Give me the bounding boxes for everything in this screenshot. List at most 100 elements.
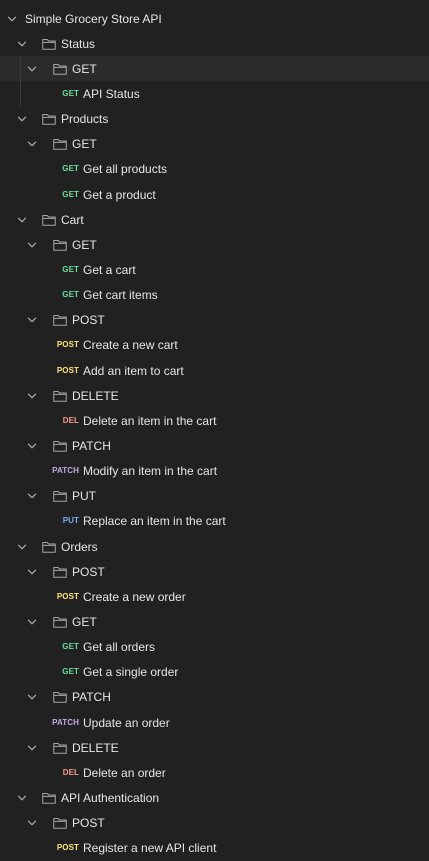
- chevron-down-icon[interactable]: [26, 390, 38, 402]
- request-name: Get a product: [83, 187, 156, 202]
- chevron-down-icon[interactable]: [16, 38, 28, 50]
- request-item[interactable]: GET Get all products: [0, 157, 429, 182]
- request-item[interactable]: GET Get a cart: [0, 257, 429, 282]
- folder-item[interactable]: API Authentication: [0, 785, 429, 810]
- chevron-down-icon[interactable]: [26, 566, 38, 578]
- chevron-down-icon[interactable]: [26, 616, 38, 628]
- method-badge-get: GET: [62, 264, 79, 274]
- chevron-down-icon[interactable]: [26, 239, 38, 251]
- chevron-down-icon[interactable]: [16, 541, 28, 553]
- request-item[interactable]: GET API Status: [0, 81, 429, 107]
- request-item[interactable]: POST Create a new order: [0, 584, 429, 609]
- chevron-down-icon[interactable]: [26, 691, 38, 703]
- folder-icon: [42, 38, 56, 50]
- chevron-down-icon[interactable]: [26, 742, 38, 754]
- folder-item[interactable]: DELETE: [0, 383, 429, 408]
- folder-item[interactable]: PUT: [0, 484, 429, 509]
- request-name: Modify an item in the cart: [83, 464, 218, 479]
- folder-name: GET: [72, 61, 97, 76]
- folder-icon: [42, 214, 56, 226]
- folder-name: API Authentication: [61, 790, 160, 805]
- chevron-down-icon[interactable]: [26, 138, 38, 150]
- folder-item[interactable]: GET: [0, 132, 429, 157]
- method-badge-patch: PATCH: [52, 466, 79, 476]
- folder-name: GET: [72, 137, 97, 152]
- folder-item[interactable]: Cart: [0, 207, 429, 232]
- method-badge-get: GET: [62, 290, 79, 300]
- method-badge-get: GET: [62, 88, 79, 98]
- folder-item[interactable]: Status: [0, 31, 429, 56]
- chevron-down-icon[interactable]: [26, 314, 38, 326]
- folder-item[interactable]: POST: [0, 811, 429, 836]
- request-name: Delete an order: [83, 765, 166, 780]
- folder-name: PUT: [72, 489, 96, 504]
- request-item[interactable]: GET Get cart items: [0, 283, 429, 308]
- request-item[interactable]: GET Get a single order: [0, 660, 429, 685]
- folder-icon: [53, 742, 67, 754]
- folder-icon: [53, 818, 67, 829]
- request-item[interactable]: POST Register a new API client: [0, 836, 429, 861]
- folder-icon: [53, 315, 67, 326]
- folder-item[interactable]: DELETE: [0, 735, 429, 760]
- request-item[interactable]: GET Get all orders: [0, 635, 429, 660]
- folder-item[interactable]: PATCH: [0, 685, 429, 710]
- folder-icon: [53, 491, 67, 502]
- request-item[interactable]: POST Create a new cart: [0, 333, 429, 358]
- method-badge-post: POST: [56, 591, 79, 601]
- folder-item[interactable]: POST: [0, 308, 429, 333]
- request-name: Get all orders: [83, 640, 156, 655]
- tree-guide-line: [20, 56, 21, 82]
- chevron-down-icon[interactable]: [16, 113, 28, 125]
- request-item[interactable]: DEL Delete an item in the cart: [0, 408, 429, 433]
- folder-item[interactable]: GET: [0, 232, 429, 257]
- method-badge-get: GET: [62, 642, 79, 652]
- method-badge-get: GET: [62, 667, 79, 677]
- chevron-down-icon[interactable]: [6, 13, 18, 25]
- method-badge-post: POST: [56, 843, 79, 853]
- folder-item[interactable]: PATCH: [0, 433, 429, 458]
- chevron-down-icon[interactable]: [26, 63, 38, 75]
- folder-name: Orders: [61, 539, 98, 554]
- folder-icon: [53, 616, 67, 628]
- method-badge-patch: PATCH: [52, 717, 79, 727]
- chevron-down-icon[interactable]: [26, 817, 38, 829]
- folder-name: GET: [72, 614, 97, 629]
- chevron-down-icon[interactable]: [26, 490, 38, 502]
- request-name: Create a new order: [83, 589, 186, 604]
- chevron-down-icon[interactable]: [16, 214, 28, 226]
- folder-item[interactable]: GET: [0, 56, 429, 82]
- request-name: Create a new cart: [83, 338, 178, 353]
- request-item[interactable]: PUT Replace an item in the cart: [0, 509, 429, 534]
- request-name: API Status: [83, 86, 140, 101]
- request-item[interactable]: GET Get a product: [0, 182, 429, 207]
- folder-item[interactable]: Products: [0, 107, 429, 132]
- folder-name: DELETE: [72, 740, 119, 755]
- folder-icon: [53, 566, 67, 578]
- chevron-down-icon[interactable]: [16, 792, 28, 804]
- request-name: Replace an item in the cart: [83, 514, 226, 529]
- folder-name: Status: [61, 36, 96, 51]
- folder-item[interactable]: GET: [0, 609, 429, 634]
- request-name: Update an order: [83, 715, 170, 730]
- request-name: Delete an item in the cart: [83, 413, 217, 428]
- collection-tree: Simple Grocery Store API Status GET GET API …: [0, 6, 429, 861]
- folder-icon: [42, 541, 56, 553]
- folder-icon: [53, 139, 67, 151]
- folder-name: POST: [72, 564, 105, 579]
- folder-item[interactable]: POST: [0, 559, 429, 584]
- folder-icon: [53, 692, 67, 704]
- chevron-down-icon[interactable]: [26, 440, 38, 452]
- folder-name: Products: [61, 112, 109, 127]
- request-item[interactable]: POST Add an item to cart: [0, 358, 429, 383]
- request-item[interactable]: PATCH Modify an item in the cart: [0, 459, 429, 484]
- collection-header[interactable]: Simple Grocery Store API: [0, 6, 429, 31]
- method-badge-post: POST: [56, 340, 79, 350]
- folder-name: PATCH: [72, 438, 111, 453]
- method-badge-delete: DEL: [62, 415, 79, 425]
- request-name: Get all products: [83, 162, 168, 177]
- request-name: Add an item to cart: [83, 363, 184, 378]
- request-item[interactable]: PATCH Update an order: [0, 710, 429, 735]
- folder-item[interactable]: Orders: [0, 534, 429, 559]
- method-badge-get: GET: [62, 164, 79, 174]
- request-item[interactable]: DEL Delete an order: [0, 760, 429, 785]
